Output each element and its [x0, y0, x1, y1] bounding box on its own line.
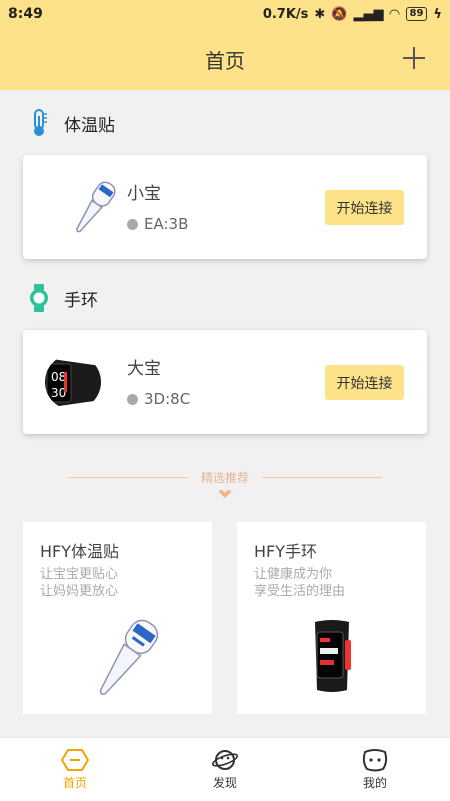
product-card-band[interactable]: HFY手环 让健康成为你 享受生活的理由	[237, 522, 426, 714]
wristband-image	[315, 620, 351, 692]
section-band-header: 手环	[28, 283, 98, 313]
device-status: 3D:8C	[127, 390, 190, 408]
connect-button[interactable]: 开始连接	[325, 365, 404, 400]
device-name: 小宝	[127, 184, 161, 204]
network-speed: 0.7K/s	[262, 6, 309, 22]
device-card[interactable]: 小宝 EA:3B 开始连接	[23, 155, 427, 259]
recommend-divider: 精选推荐	[68, 464, 382, 498]
product-tagline: 让妈妈更放心	[40, 584, 119, 599]
tab-label: 发现	[212, 776, 237, 790]
device-status: EA:3B	[127, 215, 188, 233]
product-title: HFY体温贴	[40, 542, 120, 561]
mute-icon: 🔕	[331, 6, 348, 22]
product-description: 让健康成为你 享受生活的理由	[254, 566, 345, 600]
battery-icon: 89	[405, 7, 428, 21]
section-title: 手环	[64, 290, 98, 311]
product-description: 让宝宝更贴心 让妈妈更放心	[40, 566, 118, 600]
band-time-top: 08	[51, 370, 66, 384]
home-hex-icon	[61, 749, 89, 771]
device-id: EA:3B	[144, 215, 189, 233]
wristband-image: 08 30	[45, 354, 101, 410]
connect-button[interactable]: 开始连接	[325, 190, 404, 225]
tab-home[interactable]: 首页	[0, 738, 150, 801]
divider-label: 精选推荐	[200, 471, 249, 485]
watch-icon	[30, 284, 48, 312]
device-name: 大宝	[127, 359, 161, 379]
thermometer-patch-image	[76, 181, 116, 233]
page-title: 首页	[205, 48, 245, 73]
bottom-tab-bar: 首页 发现 我的	[0, 737, 450, 801]
tab-label: 首页	[62, 776, 87, 790]
status-bar: 8:49 0.7K/s ✱ 🔕 ▂▄▆ ◠ 89 ϟ	[0, 0, 450, 28]
section-thermometer-header: 体温贴	[28, 108, 115, 138]
band-time-bottom: 30	[51, 386, 66, 400]
product-card-thermometer[interactable]: HFY体温贴 让宝宝更贴心 让妈妈更放心	[23, 522, 212, 714]
add-icon[interactable]	[400, 44, 428, 72]
tab-discover[interactable]: 发现	[150, 738, 300, 801]
planet-icon	[211, 750, 239, 770]
thermometer-icon	[34, 109, 47, 136]
heart-icon	[219, 490, 231, 498]
connection-status-dot	[127, 393, 138, 405]
thermometer-patch-image	[99, 619, 159, 695]
smiley-icon	[362, 749, 388, 772]
product-tagline: 让宝宝更贴心	[40, 567, 119, 582]
tab-profile[interactable]: 我的	[300, 738, 450, 801]
product-title: HFY手环	[254, 542, 318, 561]
status-time: 8:49	[8, 6, 43, 22]
bluetooth-icon: ✱	[314, 6, 326, 22]
product-tagline: 享受生活的理由	[254, 584, 346, 599]
status-icons: 0.7K/s ✱ 🔕 ▂▄▆ ◠ 89 ϟ	[263, 7, 442, 22]
wifi-icon: ◠	[389, 6, 400, 22]
device-id: 3D:8C	[144, 390, 191, 408]
device-card[interactable]: 08 30 大宝 3D:8C 开始连接	[23, 330, 427, 434]
section-title: 体温贴	[64, 115, 115, 136]
charging-icon: ϟ	[433, 6, 442, 22]
tab-label: 我的	[362, 776, 387, 790]
product-tagline: 让健康成为你	[254, 567, 333, 582]
connection-status-dot	[127, 218, 138, 230]
signal-icon: ▂▄▆	[353, 6, 384, 22]
app-bar: 首页	[0, 28, 450, 90]
